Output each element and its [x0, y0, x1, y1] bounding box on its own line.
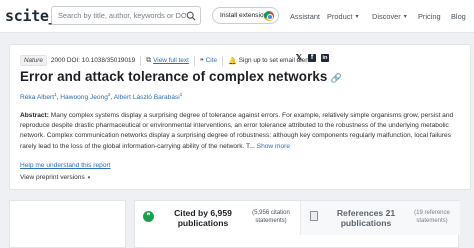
divider — [140, 55, 142, 66]
search-box[interactable] — [51, 6, 201, 25]
author-link[interactable]: Hawoong Jeong — [60, 94, 108, 101]
divider — [193, 55, 195, 66]
install-extension-button[interactable]: Install extension! — [212, 7, 279, 24]
preprint-versions-label: View preprint versions — [20, 174, 85, 181]
search-icon[interactable] — [186, 11, 196, 21]
view-full-text-link[interactable]: View full text — [153, 57, 189, 64]
chrome-icon — [264, 11, 274, 21]
search-input[interactable] — [58, 11, 186, 20]
citation-tabs: ❞ Cited by 6,959 publications (5,956 cit… — [134, 200, 460, 248]
top-header: scite_ Install extension! Assistant Prod… — [0, 0, 474, 33]
nav-assistant[interactable]: Assistant — [290, 0, 320, 33]
quote-icon: ❞ — [143, 211, 154, 222]
share-icons: 𝕏 f in — [295, 54, 329, 62]
references-tab[interactable]: References 21 publications (19 reference… — [300, 201, 460, 235]
bell-icon: 🔔 — [228, 57, 237, 65]
chevron-down-icon: ▾ — [403, 14, 407, 20]
facebook-icon[interactable]: f — [308, 54, 316, 62]
abstract-line: reproduce despite drastic pharmaceutical… — [20, 122, 449, 130]
linkedin-icon[interactable]: in — [321, 54, 329, 62]
nav-discover[interactable]: Discover ▾ — [372, 0, 407, 33]
author-link[interactable]: Réka Albert — [20, 94, 54, 101]
nav-pricing[interactable]: Pricing — [418, 0, 441, 33]
abstract-line: Many complex systems display a surprisin… — [50, 112, 454, 119]
link-icon[interactable]: 🔗 — [330, 73, 341, 83]
year-doi: 2000 DOI: 10.1038/35019019 — [50, 57, 136, 64]
cite-button[interactable]: Cite — [206, 57, 217, 64]
author-affiliation: 1 — [179, 92, 183, 97]
citation-statements-count: (5,956 citation statements) — [252, 210, 290, 224]
chevron-down-icon: ▾ — [87, 175, 91, 181]
reference-statements-count: (19 reference statements) — [414, 210, 450, 224]
journal-badge: Nature — [20, 55, 47, 66]
nav-blog-label: Blog — [451, 12, 466, 21]
nav-blog[interactable]: Blog — [451, 0, 466, 33]
nav-discover-label: Discover — [372, 12, 401, 21]
show-more-link[interactable]: Show more — [257, 143, 290, 150]
help-understand-link[interactable]: Help me understand this report — [20, 162, 111, 169]
author-link[interactable]: Albert László Barabási — [114, 94, 180, 101]
quote-icon: ❝ — [199, 57, 204, 65]
divider — [222, 55, 224, 66]
preview-panel — [9, 200, 126, 248]
twitter-icon[interactable]: 𝕏 — [295, 54, 303, 62]
external-link-icon: ⧉ — [146, 56, 152, 64]
abstract-line: lead to the loss of the global informati… — [38, 142, 255, 150]
preprint-versions-toggle[interactable]: View preprint versions ▾ — [20, 174, 90, 181]
document-icon — [310, 211, 318, 221]
nav-product[interactable]: Product ▾ — [327, 0, 359, 33]
abstract: Abstract: Many complex systems display a… — [20, 111, 460, 152]
nav-pricing-label: Pricing — [418, 12, 441, 21]
chevron-down-icon: ▾ — [355, 14, 359, 20]
paper-meta-row: Nature 2000 DOI: 10.1038/35019019 ⧉ View… — [20, 55, 312, 66]
install-extension-label: Install extension! — [220, 12, 270, 19]
cited-by-count: Cited by 6,959 publications — [174, 208, 232, 228]
abstract-label: Abstract: — [20, 112, 49, 119]
references-count: References 21 publications — [336, 208, 396, 228]
scite-logo[interactable]: scite_ — [5, 7, 58, 25]
paper-title-text: Error and attack tolerance of complex ne… — [20, 69, 328, 84]
nav-product-label: Product — [327, 12, 353, 21]
paper-title: Error and attack tolerance of complex ne… — [20, 69, 342, 84]
cited-by-tab[interactable]: ❞ Cited by 6,959 publications (5,956 cit… — [135, 201, 300, 235]
author-list: Réka Albert1, Hawoong Jeong2, Albert Lás… — [20, 92, 182, 101]
paper-card: Nature 2000 DOI: 10.1038/35019019 ⧉ View… — [9, 44, 471, 190]
nav-assistant-label: Assistant — [290, 12, 320, 21]
